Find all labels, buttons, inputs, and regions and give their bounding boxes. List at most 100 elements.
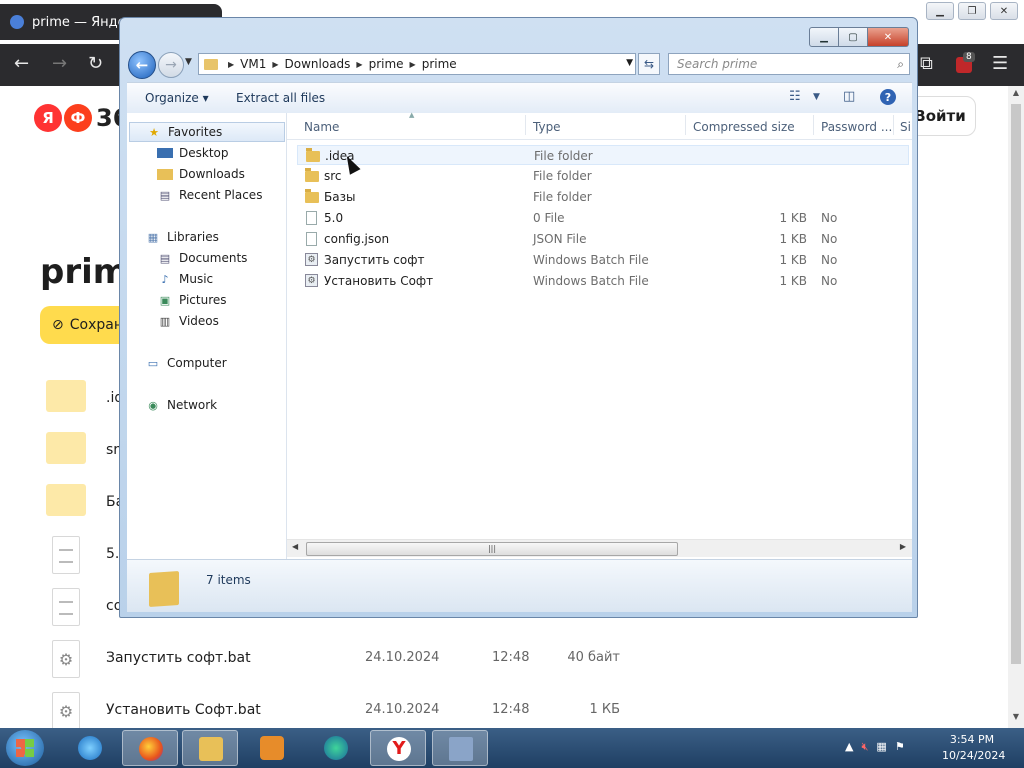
file-row[interactable]: Базы File folder: [297, 187, 909, 207]
edge-icon: [324, 736, 348, 760]
back-button[interactable]: ←: [128, 51, 156, 79]
disk-list-item[interactable]: ⚙ Запустить софт.bat 24.10.2024 12:48 40 бай…: [46, 640, 1006, 680]
address-bar[interactable]: ▶ VM1 ▶ Downloads ▶ prime ▶ prime ▼: [198, 53, 636, 75]
chevron-right-icon[interactable]: ▶: [356, 60, 362, 69]
folder-icon: [305, 189, 319, 203]
column-compressed-size[interactable]: Compressed size: [693, 120, 795, 134]
file-row[interactable]: ⚙ Установить Софт Windows Batch File 1 KB No: [297, 271, 909, 291]
media-player-icon: [260, 736, 284, 760]
taskbar-media-player[interactable]: [244, 730, 300, 766]
extract-all-button[interactable]: Extract all files: [236, 91, 325, 105]
scrollbar-thumb[interactable]: [1011, 104, 1021, 664]
column-separator[interactable]: [813, 115, 814, 135]
chevron-right-icon[interactable]: ▶: [410, 60, 416, 69]
taskbar-network-tool[interactable]: [432, 730, 488, 766]
organize-label: Organize: [145, 91, 199, 105]
scroll-down-icon[interactable]: ▼: [1008, 712, 1024, 726]
scroll-right-icon[interactable]: ▶: [900, 542, 906, 551]
file-name: Запустить софт: [324, 253, 425, 267]
file-name: Базы: [324, 190, 356, 204]
scroll-up-icon[interactable]: ▲: [1008, 88, 1024, 102]
file-row[interactable]: .idea File folder: [297, 145, 909, 165]
horizontal-scrollbar[interactable]: ◀ ||| ▶: [287, 539, 912, 557]
nav-documents-label: Documents: [179, 251, 248, 265]
taskbar-ie[interactable]: [62, 730, 118, 766]
column-type[interactable]: Type: [533, 120, 561, 134]
extensions-icon[interactable]: ⧉: [920, 54, 933, 74]
address-dropdown-icon[interactable]: ▼: [626, 58, 633, 68]
action-center-flag-icon[interactable]: ⚑: [895, 740, 905, 754]
chevron-right-icon[interactable]: ▶: [228, 60, 234, 69]
nav-favorites-label: Favorites: [168, 125, 223, 139]
explorer-close-icon[interactable]: ✕: [868, 27, 909, 47]
minimize-icon[interactable]: ▁: [926, 2, 954, 20]
breadcrumb-prime-current[interactable]: prime: [422, 57, 457, 71]
taskbar-edge[interactable]: [308, 730, 364, 766]
preview-pane-icon[interactable]: ◫: [843, 89, 855, 104]
breadcrumb-prime[interactable]: prime: [369, 57, 404, 71]
file-row[interactable]: 5.0 0 File 1 KB No: [297, 208, 909, 228]
nav-favorites[interactable]: ★ Favorites: [129, 122, 285, 142]
network-status-icon[interactable]: ▦: [876, 740, 886, 754]
show-hidden-icons-icon[interactable]: ▲: [845, 740, 853, 754]
chevron-right-icon[interactable]: ▶: [272, 60, 278, 69]
file-row[interactable]: config.json JSON File 1 KB No: [297, 229, 909, 249]
nav-network[interactable]: ◉ Network: [127, 395, 304, 415]
taskbar-explorer[interactable]: [182, 730, 238, 766]
menu-icon[interactable]: ☰: [992, 54, 1008, 74]
system-clock[interactable]: 3:54 PM 10/24/2024: [942, 732, 1005, 764]
file-explorer-icon: [199, 737, 223, 761]
column-separator[interactable]: [525, 115, 526, 135]
videos-icon: ▥: [159, 314, 171, 328]
breadcrumb-vm1[interactable]: VM1: [240, 57, 266, 71]
column-separator[interactable]: [685, 115, 686, 135]
file-row[interactable]: ⚙ Запустить софт Windows Batch File 1 KB No: [297, 250, 909, 270]
restore-icon[interactable]: ❐: [958, 2, 986, 20]
help-icon[interactable]: ?: [880, 89, 896, 105]
yandex-360-logo[interactable]: Я Ф 36: [34, 104, 129, 132]
forward-arrow-icon[interactable]: →: [52, 54, 67, 74]
reload-icon[interactable]: ↻: [88, 54, 103, 74]
search-input[interactable]: Search prime ⌕: [668, 53, 910, 75]
folder-large-icon: [149, 570, 179, 608]
link-icon: ⊘: [52, 317, 64, 333]
search-icon[interactable]: ⌕: [897, 57, 904, 72]
taskbar-firefox[interactable]: [122, 730, 178, 766]
close-icon[interactable]: ✕: [990, 2, 1018, 20]
column-name[interactable]: Name: [304, 120, 339, 134]
file-row[interactable]: src File folder: [297, 166, 909, 186]
column-header: ▲ Name Type Compressed size Password ...…: [287, 111, 912, 140]
nav-computer[interactable]: ▭ Computer: [127, 353, 304, 373]
file-list-pane: ▲ Name Type Compressed size Password ...…: [287, 111, 912, 559]
nav-libraries[interactable]: ▦ Libraries: [127, 227, 304, 247]
start-button[interactable]: [6, 730, 44, 766]
column-size[interactable]: Si: [900, 120, 912, 134]
explorer-minimize-icon[interactable]: ▁: [809, 27, 839, 47]
recent-pages-dropdown-icon[interactable]: ▼: [185, 57, 192, 67]
organize-button[interactable]: Organize ▾: [145, 91, 209, 105]
pictures-icon: ▣: [159, 293, 171, 307]
back-arrow-icon[interactable]: ←: [14, 54, 29, 74]
explorer-maximize-icon[interactable]: ▢: [839, 27, 868, 47]
recent-places-icon: ▤: [159, 188, 171, 202]
breadcrumb-downloads[interactable]: Downloads: [285, 57, 351, 71]
forward-button[interactable]: →: [158, 52, 184, 78]
nav-libraries-label: Libraries: [167, 230, 219, 244]
volume-muted-icon[interactable]: 🔇︎: [861, 740, 868, 754]
nav-pictures-label: Pictures: [179, 293, 227, 307]
extension-badge: 8: [963, 52, 975, 62]
scroll-left-icon[interactable]: ◀: [292, 542, 298, 551]
file-name: config.json: [324, 232, 390, 246]
view-options-icon[interactable]: ☷: [789, 89, 801, 104]
column-separator[interactable]: [893, 115, 894, 135]
column-password[interactable]: Password ...: [821, 120, 892, 134]
refresh-button[interactable]: ⇆: [638, 53, 660, 75]
file-icon: [306, 232, 317, 246]
horizontal-scrollbar-thumb[interactable]: |||: [306, 542, 678, 556]
disk-list-item[interactable]: ⚙ Установить Софт.bat 24.10.2024 12:48 1 КБ: [46, 692, 1006, 728]
view-dropdown-icon[interactable]: ▼: [813, 92, 820, 102]
taskbar-yandex[interactable]: Y: [370, 730, 426, 766]
explorer-window: ▁ ▢ ✕ ← → ▼ ▶ VM1 ▶ Downloads ▶ prime ▶ …: [119, 17, 918, 618]
browser-scrollbar[interactable]: ▲ ▼: [1008, 86, 1024, 728]
document-icon: [52, 588, 80, 626]
